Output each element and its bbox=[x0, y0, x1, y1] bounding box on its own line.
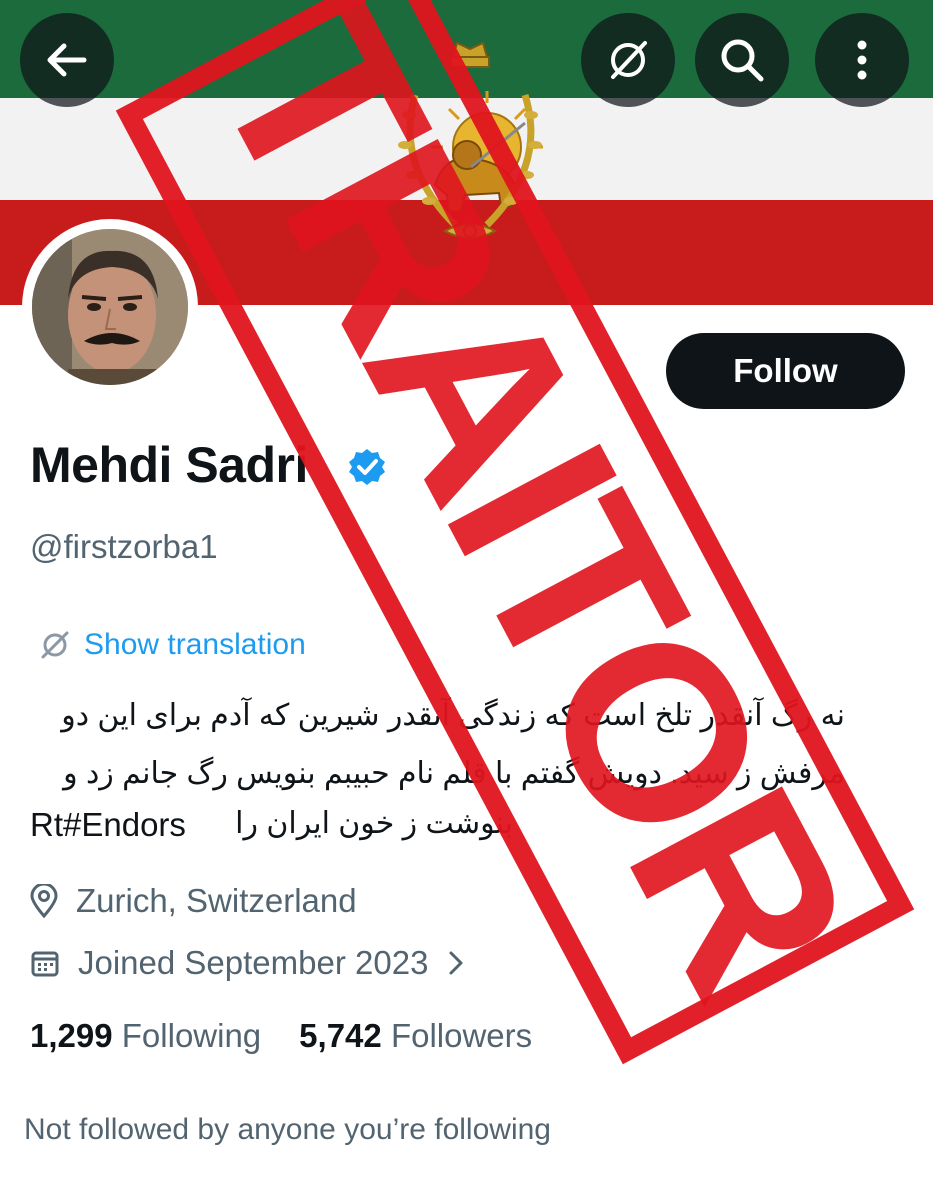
back-arrow-icon bbox=[47, 43, 87, 77]
profile-stats: 1,299 Following 5,742 Followers bbox=[30, 1017, 532, 1055]
following-stat[interactable]: 1,299 Following bbox=[30, 1017, 261, 1055]
translate-icon bbox=[41, 631, 69, 659]
following-label: Following bbox=[121, 1017, 262, 1054]
followers-count: 5,742 bbox=[299, 1017, 382, 1054]
profile-handle: @firstzorba1 bbox=[30, 528, 218, 565]
profile-name: Mehdi Sadri bbox=[30, 437, 308, 493]
show-translation-link[interactable]: Show translation bbox=[38, 628, 306, 662]
mutual-followers-note: Not followed by anyone you’re following bbox=[24, 1113, 551, 1146]
following-count: 1,299 bbox=[30, 1017, 113, 1054]
search-icon bbox=[721, 39, 764, 82]
more-vertical-icon bbox=[857, 40, 867, 80]
chevron-right-icon bbox=[449, 951, 463, 975]
bio-line-2: مرفش ز سید. دویش گفتم با قلم نام حبیبم ب… bbox=[63, 757, 845, 790]
bio-line-3: بنوشت ز خون ایران را bbox=[235, 807, 513, 840]
profile-joined[interactable]: Joined September 2023 bbox=[30, 944, 466, 982]
follow-button[interactable]: Follow bbox=[666, 333, 905, 409]
avatar[interactable] bbox=[22, 219, 198, 395]
bio-hashtag[interactable]: Rt#Endors bbox=[30, 806, 186, 844]
grok-icon bbox=[611, 41, 647, 79]
search-button[interactable] bbox=[695, 13, 789, 107]
profile-location: Zurich, Switzerland bbox=[30, 882, 357, 920]
followers-stat[interactable]: 5,742 Followers bbox=[299, 1017, 532, 1055]
lion-and-sun-emblem bbox=[398, 41, 543, 239]
location-text: Zurich, Switzerland bbox=[76, 882, 357, 919]
followers-label: Followers bbox=[390, 1017, 533, 1054]
grok-button[interactable] bbox=[581, 13, 675, 107]
avatar-photo bbox=[32, 229, 188, 385]
verified-badge-icon[interactable] bbox=[347, 447, 387, 487]
joined-text: Joined September 2023 bbox=[78, 944, 429, 981]
show-translation-label: Show translation bbox=[84, 628, 306, 661]
location-icon bbox=[30, 884, 58, 918]
bio-line-1: نه رگ آنقدر تلخ است که زندگی آنقدر شیرین… bbox=[61, 699, 845, 732]
back-button[interactable] bbox=[20, 13, 114, 107]
calendar-icon bbox=[31, 951, 59, 977]
more-options-button[interactable] bbox=[815, 13, 909, 107]
